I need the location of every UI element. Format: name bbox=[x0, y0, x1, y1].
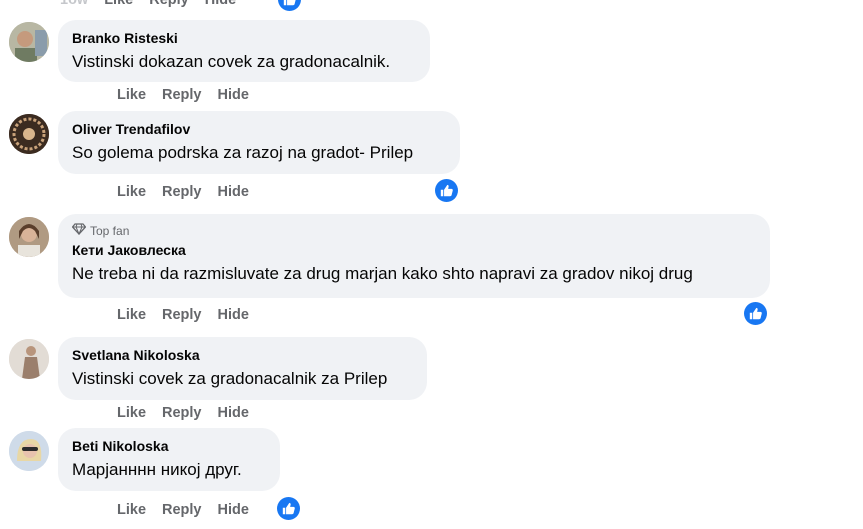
like-reaction-icon[interactable] bbox=[744, 302, 767, 325]
comment-text: Vistinski covek za gradonacalnik za Pril… bbox=[72, 369, 388, 388]
comment-bubble: Branko Risteski Vistinski dokazan covek … bbox=[58, 20, 430, 82]
avatar[interactable] bbox=[9, 217, 49, 257]
comment-author[interactable]: Branko Risteski bbox=[72, 29, 416, 47]
hide-action[interactable]: Hide bbox=[218, 307, 249, 323]
cut-off-actions-row: 1ow Like Reply Hide bbox=[60, 0, 236, 8]
badge-label: Top fan bbox=[90, 223, 130, 238]
comment-actions: Like Reply Hide bbox=[117, 87, 249, 103]
comment-bubble: Svetlana Nikoloska Vistinski covek za gr… bbox=[58, 337, 427, 400]
top-fan-badge: Top fan bbox=[71, 223, 756, 238]
diamond-icon bbox=[71, 223, 87, 238]
like-action[interactable]: Like bbox=[117, 184, 146, 200]
reply-action[interactable]: Reply bbox=[162, 87, 202, 103]
hide-action[interactable]: Hide bbox=[218, 502, 249, 518]
hide-action[interactable]: Hide bbox=[218, 405, 249, 421]
avatar[interactable] bbox=[9, 114, 49, 154]
reply-action[interactable]: Reply bbox=[162, 307, 202, 323]
hide-action[interactable]: Hide bbox=[205, 0, 236, 8]
reply-action[interactable]: Reply bbox=[149, 0, 189, 8]
reply-action[interactable]: Reply bbox=[162, 502, 202, 518]
like-action[interactable]: Like bbox=[117, 87, 146, 103]
reply-action[interactable]: Reply bbox=[162, 405, 202, 421]
comment-text: Vistinski dokazan covek za gradonacalnik… bbox=[72, 52, 391, 71]
like-reaction-icon[interactable] bbox=[277, 497, 300, 520]
comment-author[interactable]: Oliver Trendafilov bbox=[72, 120, 446, 138]
comment-actions: Like Reply Hide bbox=[117, 405, 249, 421]
avatar[interactable] bbox=[9, 339, 49, 379]
like-action[interactable]: Like bbox=[117, 502, 146, 518]
comment-text: So golema podrska za razoj na gradot- Pr… bbox=[72, 143, 414, 162]
comment-bubble: Top fan Кети Јаковлеска Ne treba ni da r… bbox=[58, 214, 770, 298]
comment-text: Ne treba ni da razmisluvate za drug marj… bbox=[72, 264, 693, 283]
comment-text: Марјанннн никој друг. bbox=[72, 460, 242, 479]
like-action[interactable]: Like bbox=[117, 405, 146, 421]
comment-author[interactable]: Кети Јаковлеска bbox=[72, 241, 756, 259]
comment-actions: Like Reply Hide bbox=[117, 307, 249, 323]
like-action[interactable]: Like bbox=[104, 0, 133, 8]
hide-action[interactable]: Hide bbox=[218, 87, 249, 103]
comment-bubble: Beti Nikoloska Марјанннн никој друг. bbox=[58, 428, 280, 491]
hide-action[interactable]: Hide bbox=[218, 184, 249, 200]
comment-author[interactable]: Svetlana Nikoloska bbox=[72, 346, 413, 364]
like-reaction-icon[interactable] bbox=[435, 179, 458, 202]
comment-bubble: Oliver Trendafilov So golema podrska za … bbox=[58, 111, 460, 174]
comment-actions: Like Reply Hide bbox=[117, 502, 249, 518]
like-reaction-icon[interactable] bbox=[278, 0, 301, 11]
comment-actions: Like Reply Hide bbox=[117, 184, 249, 200]
avatar[interactable] bbox=[9, 431, 49, 471]
like-action[interactable]: Like bbox=[117, 307, 146, 323]
avatar[interactable] bbox=[9, 22, 49, 62]
reply-action[interactable]: Reply bbox=[162, 184, 202, 200]
comment-author[interactable]: Beti Nikoloska bbox=[72, 437, 266, 455]
